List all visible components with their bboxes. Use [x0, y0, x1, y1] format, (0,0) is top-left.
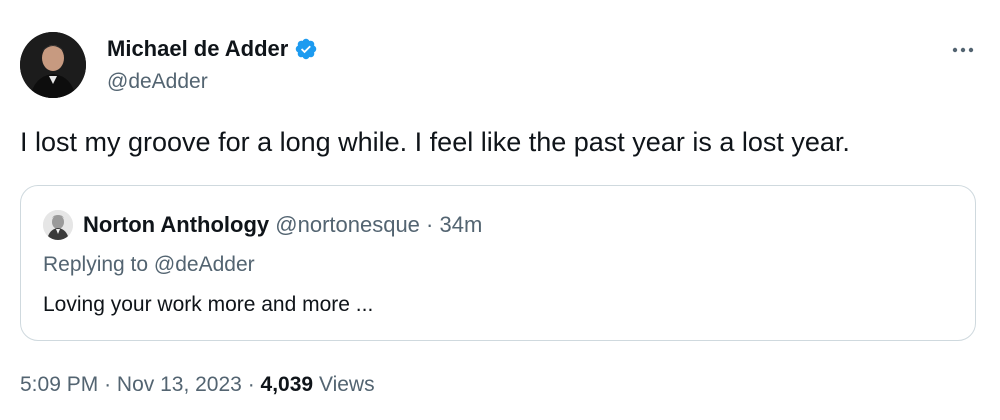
quoted-author-name[interactable]: Norton Anthology — [83, 212, 269, 237]
tweet-meta: 5:09 PM · Nov 13, 2023 · 4,039 Views — [20, 370, 375, 400]
meta-separator-2: · — [247, 373, 255, 396]
views-count[interactable]: 4,039 — [261, 373, 314, 396]
author-handle[interactable]: @deAdder — [107, 70, 208, 94]
author-avatar-image — [20, 32, 86, 98]
views-label: Views — [318, 373, 375, 396]
quoted-separator: · — [426, 212, 434, 237]
quoted-author-handle[interactable]: @nortonesque — [275, 212, 420, 237]
verified-badge-icon[interactable] — [294, 37, 318, 61]
quoted-header: Norton Anthology @nortonesque · 34m — [83, 210, 482, 240]
tweet-text: I lost my groove for a long while. I fee… — [20, 127, 850, 157]
quoted-text: Loving your work more and more ... — [43, 293, 374, 316]
more-options-button[interactable] — [946, 38, 980, 62]
tweet-card: Michael de Adder @deAdder I lost my groo… — [0, 0, 1000, 420]
tweet-date[interactable]: Nov 13, 2023 — [117, 373, 242, 396]
tweet-time[interactable]: 5:09 PM — [20, 373, 98, 396]
author-avatar[interactable] — [20, 32, 86, 98]
quoted-author-avatar-image — [43, 210, 73, 240]
quoted-tweet[interactable]: Norton Anthology @nortonesque · 34m Repl… — [20, 185, 976, 341]
author-name[interactable]: Michael de Adder — [107, 36, 288, 62]
author-name-row: Michael de Adder — [107, 34, 318, 64]
quoted-replying-to: Replying to @deAdder — [43, 253, 255, 276]
more-options-icon — [952, 47, 974, 53]
quoted-time[interactable]: 34m — [440, 212, 483, 237]
quoted-author-avatar[interactable] — [43, 210, 73, 240]
meta-separator-1: · — [104, 373, 112, 396]
